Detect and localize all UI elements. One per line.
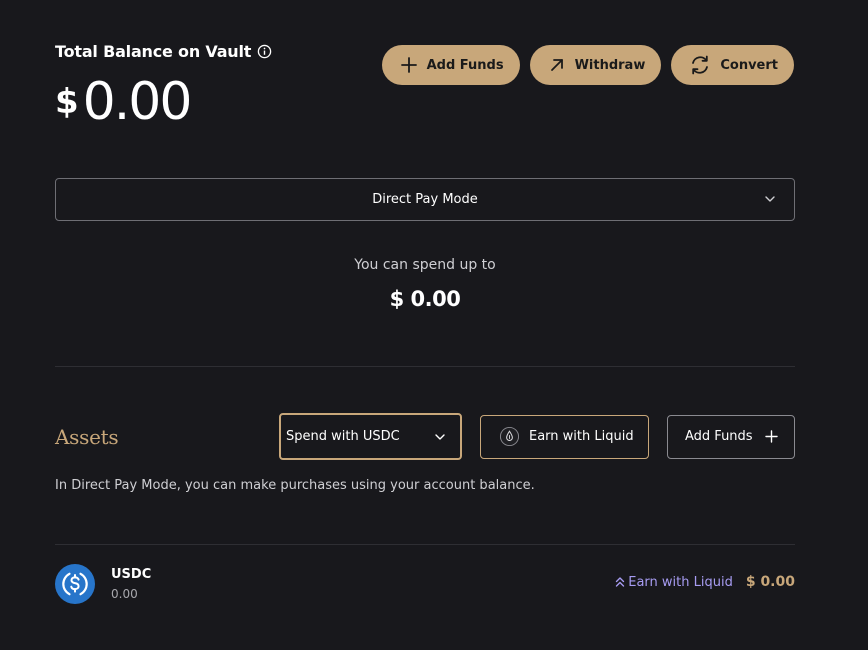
assets-add-funds-button[interactable]: Add Funds — [667, 414, 795, 459]
refresh-icon — [692, 55, 709, 75]
asset-right: Earn with Liquid $ 0.00 — [615, 574, 795, 590]
payment-mode-select[interactable]: Direct Pay Mode — [55, 178, 795, 221]
asset-amount: 0.00 — [111, 587, 138, 601]
earn-with-liquid-button[interactable]: Earn with Liquid — [480, 414, 649, 459]
double-chevron-up-icon — [616, 577, 625, 587]
add-funds-button[interactable]: Add Funds — [381, 45, 520, 85]
chevron-down-icon — [765, 196, 775, 202]
balance-amount: 0.00 — [82, 72, 193, 132]
asset-controls: Spend with USDC Earn with Liquid Add Fun… — [279, 413, 795, 460]
spend-currency-select[interactable]: Spend with USDC — [279, 413, 462, 460]
earn-link-label: Earn with Liquid — [628, 574, 733, 590]
vault-page: Total Balance on Vault $ 0.00 Add Funds — [0, 0, 868, 650]
top-actions: Add Funds Withdraw Convert — [381, 45, 794, 85]
chevron-down-icon — [435, 433, 445, 440]
asset-row-usdc[interactable]: USDC 0.00 Earn with Liquid $ 0.00 — [55, 562, 795, 604]
withdraw-button[interactable]: Withdraw — [529, 45, 662, 85]
liquid-drop-icon — [499, 426, 520, 447]
asset-value: $ 0.00 — [745, 574, 795, 590]
assets-add-funds-label: Add Funds — [685, 429, 753, 444]
info-circle-icon[interactable] — [257, 44, 272, 59]
asset-name: USDC — [111, 567, 152, 582]
withdraw-label: Withdraw — [574, 57, 646, 73]
earn-with-liquid-label: Earn with Liquid — [529, 429, 634, 444]
direct-pay-note: In Direct Pay Mode, you can make purchas… — [55, 478, 535, 493]
spend-currency-value: Spend with USDC — [286, 429, 400, 444]
balance-currency: $ — [55, 82, 79, 122]
add-funds-label: Add Funds — [426, 57, 504, 73]
payment-mode-value: Direct Pay Mode — [372, 192, 478, 207]
balance-header: Total Balance on Vault — [55, 42, 272, 61]
list-divider — [55, 544, 795, 545]
spend-limit-label: You can spend up to — [354, 257, 496, 273]
usdc-coin-icon — [55, 564, 95, 604]
assets-heading: Assets — [55, 425, 119, 449]
spend-limit-value: $ 0.00 — [389, 287, 461, 311]
balance-title: Total Balance on Vault — [55, 42, 252, 61]
plus-icon — [400, 57, 417, 73]
section-divider — [55, 366, 795, 367]
convert-button[interactable]: Convert — [671, 45, 794, 85]
balance-value: $ 0.00 — [55, 72, 193, 132]
arrow-up-right-icon — [550, 59, 563, 71]
convert-label: Convert — [720, 57, 778, 73]
plus-icon — [765, 430, 778, 443]
earn-with-liquid-link[interactable]: Earn with Liquid — [615, 575, 733, 590]
